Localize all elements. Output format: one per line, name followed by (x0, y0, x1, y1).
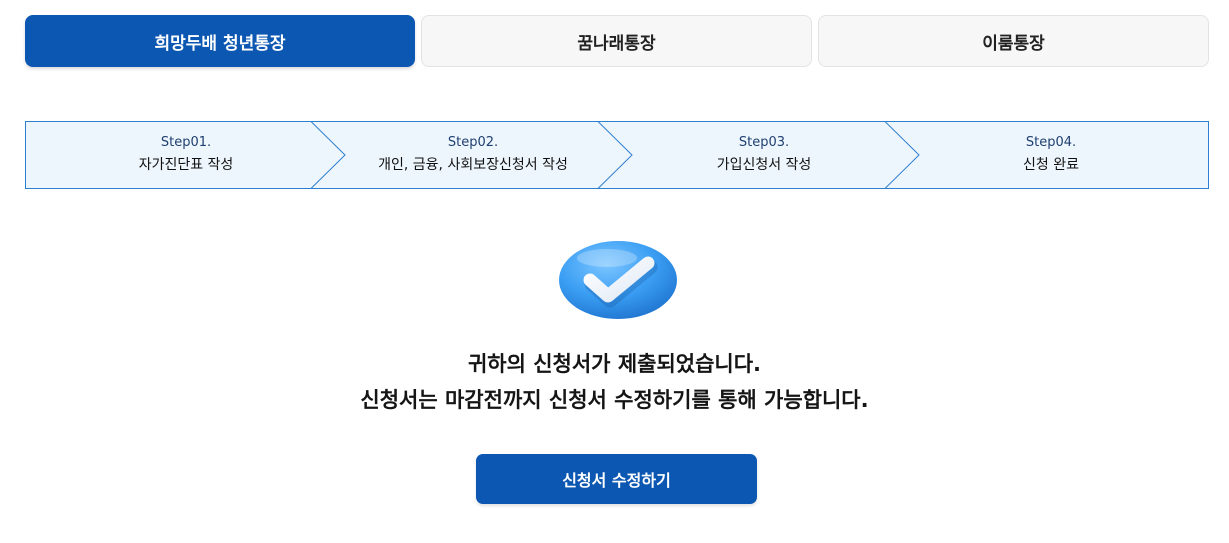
edit-application-button[interactable]: 신청서 수정하기 (476, 454, 757, 504)
tab-label: 희망두배 청년통장 (154, 33, 286, 54)
step-title: 자가진단표 작성 (138, 157, 234, 173)
step-number: Step02. (447, 135, 499, 150)
check-circle-icon (557, 238, 679, 320)
step-title: 개인, 금융, 사회보장신청서 작성 (378, 157, 568, 173)
step-4: Step04. 신청 완료 (906, 121, 1196, 189)
submission-complete-message: 귀하의 신청서가 제출되었습니다. (467, 352, 762, 376)
step-number: Step01. (160, 135, 212, 150)
step-progress: Step01. 자가진단표 작성 Step02. 개인, 금융, 사회보장신청서… (25, 121, 1209, 189)
tab-dream-wing-account[interactable]: 꿈나래통장 (421, 15, 812, 67)
step-2: Step02. 개인, 금융, 사회보장신청서 작성 (323, 121, 623, 189)
program-tabs: 희망두배 청년통장 꿈나래통장 이룸통장 (25, 15, 1209, 69)
step-title: 신청 완료 (1023, 157, 1079, 173)
step-number: Step04. (1025, 135, 1077, 150)
step-3: Step03. 가입신청서 작성 (619, 121, 909, 189)
step-1: Step01. 자가진단표 작성 (41, 121, 331, 189)
step-title: 가입신청서 작성 (716, 157, 812, 173)
step-number: Step03. (738, 135, 790, 150)
tab-eroom-account[interactable]: 이룸통장 (818, 15, 1209, 67)
tab-label: 꿈나래통장 (577, 33, 656, 54)
edit-guide-message: 신청서는 마감전까지 신청서 수정하기를 통해 가능합니다. (360, 388, 869, 412)
tab-label: 이룸통장 (982, 33, 1045, 54)
tab-hope-double-youth-account[interactable]: 희망두배 청년통장 (25, 15, 415, 67)
